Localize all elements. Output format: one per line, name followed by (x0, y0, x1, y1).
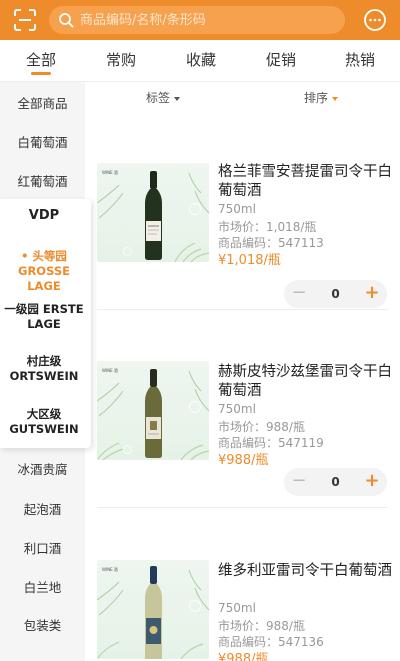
quantity-stepper: − 0 + (284, 280, 387, 308)
quantity-value[interactable]: 0 (314, 280, 357, 308)
search-icon (59, 13, 74, 28)
product-name[interactable]: 格兰菲雪安菩提雷司令干白葡萄酒 (218, 163, 393, 201)
scan-icon[interactable] (13, 8, 37, 32)
sidebar-item-white-wine[interactable]: 白葡萄酒 (0, 132, 85, 151)
message-icon[interactable] (363, 8, 387, 32)
submenu-title[interactable]: VDP (0, 208, 88, 223)
product-price: ¥1,018/瓶 (218, 253, 281, 268)
product-price: ¥988/瓶 (218, 652, 269, 661)
top-bar (0, 0, 400, 40)
tab-hot-sales[interactable]: 热销 (345, 40, 375, 81)
tag-filter-label: 标签 (146, 91, 171, 105)
product-image[interactable]: WINE 酒 (97, 163, 209, 262)
product-market-price: 市场价：988/瓶 (218, 619, 305, 633)
search-input[interactable] (80, 12, 330, 28)
sort-filter-label: 排序 (304, 91, 329, 105)
sidebar-item-packaging[interactable]: 包装类 (0, 615, 85, 634)
product-price: ¥988/瓶 (218, 453, 269, 468)
search-bar[interactable] (49, 6, 345, 34)
product-volume: 750ml (218, 202, 256, 216)
tab-all[interactable]: 全部 (26, 40, 56, 81)
product-volume: 750ml (218, 601, 256, 615)
sidebar-item-red-wine[interactable]: 红葡萄酒 (0, 171, 85, 190)
submenu-item-gutswein[interactable]: 大区级 GUTSWEIN (2, 407, 86, 437)
sidebar-item-icewine[interactable]: 冰酒贵腐 (0, 459, 85, 478)
product-image[interactable]: WINE 酒 (97, 560, 209, 659)
divider (97, 507, 388, 508)
sidebar-item-all-products[interactable]: 全部商品 (0, 93, 85, 112)
tab-frequent[interactable]: 常购 (106, 40, 136, 81)
sidebar-item-liqueur[interactable]: 利口酒 (0, 538, 85, 557)
product-market-price: 市场价：1,018/瓶 (218, 220, 317, 234)
submenu-item-erste-lage[interactable]: 一级园 ERSTE LAGE (2, 302, 86, 332)
minus-icon[interactable]: − (284, 468, 314, 496)
triangle-down-icon (332, 96, 339, 101)
sort-filter[interactable]: 排序 (304, 89, 339, 106)
sidebar-item-sparkling[interactable]: 起泡酒 (0, 499, 85, 518)
vdp-submenu: VDP • 头等园 GROSSE LAGE 一级园 ERSTE LAGE 村庄级… (0, 199, 91, 448)
submenu-item-grosse-lage[interactable]: • 头等园 GROSSE LAGE (2, 249, 86, 294)
triangle-down-icon (174, 96, 181, 101)
product-name[interactable]: 维多利亚雷司令干白葡萄酒 (218, 562, 393, 581)
tab-promotion[interactable]: 促销 (266, 40, 296, 81)
plus-icon[interactable]: + (357, 280, 387, 308)
quantity-stepper: − 0 + (284, 468, 387, 496)
sidebar-item-brandy[interactable]: 白兰地 (0, 577, 85, 596)
tag-filter[interactable]: 标签 (146, 89, 181, 106)
tab-favorites[interactable]: 收藏 (186, 40, 216, 81)
product-volume: 750ml (218, 402, 256, 416)
product-image[interactable]: WINE 酒 (97, 361, 209, 460)
category-tabs: 全部 常购 收藏 促销 热销 (0, 40, 400, 82)
minus-icon[interactable]: − (284, 280, 314, 308)
product-market-price: 市场价：988/瓶 (218, 420, 305, 434)
product-name[interactable]: 赫斯皮特沙兹堡雷司令干白葡萄酒 (218, 363, 393, 401)
submenu-item-ortswein[interactable]: 村庄级 ORTSWEIN (2, 354, 86, 384)
divider (97, 309, 388, 310)
product-list: 标签 排序 WINE 酒 格兰菲雪安菩提雷司令干白葡萄酒 750ml 市场价：1… (85, 82, 400, 661)
quantity-value[interactable]: 0 (314, 468, 357, 496)
plus-icon[interactable]: + (357, 468, 387, 496)
